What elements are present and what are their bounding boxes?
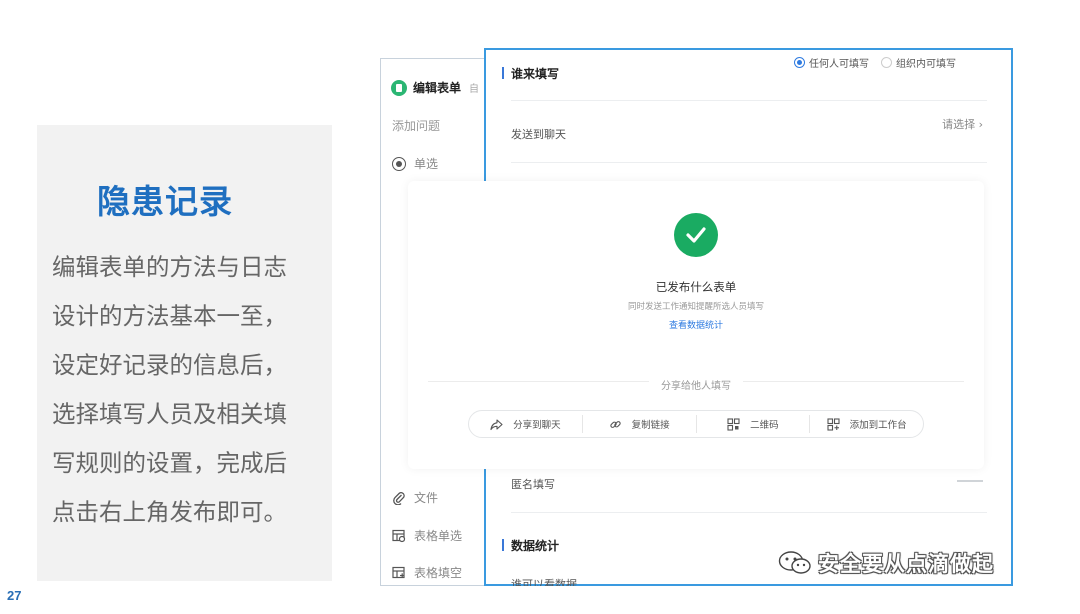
question-type-table-fill[interactable]: 表格填空 bbox=[392, 564, 462, 581]
question-type-file[interactable]: 文件 bbox=[392, 489, 438, 506]
who-can-view-data-label: 谁可以看数据 bbox=[511, 578, 577, 586]
publish-subtitle: 同时发送工作通知提醒所选人员填写 bbox=[627, 302, 764, 312]
qrcode-icon bbox=[727, 417, 740, 431]
fill-permission-radio-group: 任何人可填写 组织内可填写 bbox=[794, 55, 956, 70]
publish-title: 已发布什么表单 bbox=[655, 280, 737, 294]
share-button-label: 二维码 bbox=[750, 420, 779, 431]
radio-option-anyone[interactable]: 任何人可填写 bbox=[794, 55, 869, 70]
link-icon bbox=[609, 420, 621, 428]
share-button-label: 复制链接 bbox=[631, 420, 670, 431]
question-type-label: 文件 bbox=[414, 491, 439, 505]
question-type-label: 单选 bbox=[414, 157, 439, 171]
watermark: 安全要从点滴做起 bbox=[778, 548, 994, 578]
paperclip-icon bbox=[393, 491, 405, 505]
question-type-label: 表格填空 bbox=[414, 566, 463, 580]
radio-option-org-only[interactable]: 组织内可填写 bbox=[881, 55, 956, 70]
question-type-label: 表格单选 bbox=[414, 529, 463, 543]
radio-icon bbox=[392, 156, 406, 171]
choose-recipients-button[interactable]: 请选择 › bbox=[942, 116, 983, 132]
slide-body-line: 写规则的设置，完成后 bbox=[52, 449, 287, 477]
share-icon bbox=[490, 418, 503, 430]
divider bbox=[511, 162, 987, 163]
radio-option-label: 组织内可填写 bbox=[896, 59, 956, 70]
slide-body-line: 设定好记录的信息后， bbox=[52, 351, 287, 379]
anonymous-fill-label: 匿名填写 bbox=[511, 478, 555, 491]
anonymous-fill-toggle[interactable] bbox=[957, 480, 983, 482]
table-radio-icon bbox=[392, 529, 406, 542]
section-title-who-fills: 谁来填写 bbox=[502, 65, 559, 82]
radio-option-label: 任何人可填写 bbox=[809, 59, 869, 70]
editor-title-suffix: 自 bbox=[469, 84, 480, 95]
publish-success-modal: 已发布什么表单 同时发送工作通知提醒所选人员填写 查看数据统计 分享给他人填写 … bbox=[408, 181, 984, 469]
question-type-table-single-choice[interactable]: 表格单选 bbox=[392, 527, 462, 544]
watermark-text: 安全要从点滴做起 bbox=[818, 552, 994, 576]
editor-header: 编辑表单 自 bbox=[391, 79, 479, 96]
question-type-single-choice[interactable]: 单选 bbox=[392, 155, 438, 172]
slide-body-line: 设计的方法基本一至， bbox=[52, 302, 287, 330]
share-toolbar: 分享到聊天 复制链接 二维码 添加到工作台 bbox=[468, 410, 924, 438]
section-title-data-stats: 数据统计 bbox=[502, 537, 559, 554]
divider bbox=[511, 512, 987, 513]
slide-text-panel: 隐患记录 编辑表单的方法与日志 设计的方法基本一至， 设定好记录的信息后， 选择… bbox=[37, 125, 332, 581]
form-app-icon bbox=[391, 79, 407, 96]
slide-body-line: 选择填写人员及相关填 bbox=[52, 400, 287, 428]
radio-selected-icon bbox=[794, 57, 805, 68]
share-button-label: 添加到工作台 bbox=[849, 420, 907, 431]
radio-unselected-icon bbox=[881, 57, 892, 68]
share-section-label: 分享给他人填写 bbox=[408, 374, 984, 393]
slide-body-line: 点击右上角发布即可。 bbox=[52, 498, 287, 526]
copy-link-button[interactable]: 复制链接 bbox=[583, 415, 697, 433]
add-to-workbench-button[interactable]: 添加到工作台 bbox=[810, 415, 923, 433]
share-button-label: 分享到聊天 bbox=[513, 420, 561, 431]
slide-body: 编辑表单的方法与日志 设计的方法基本一至， 设定好记录的信息后， 选择填写人员及… bbox=[52, 243, 330, 537]
share-label-text: 分享给他人填写 bbox=[649, 381, 743, 392]
share-to-chat-button[interactable]: 分享到聊天 bbox=[469, 415, 583, 433]
slide-body-line: 编辑表单的方法与日志 bbox=[52, 253, 287, 281]
wechat-icon bbox=[778, 551, 811, 574]
view-data-stats-link[interactable]: 查看数据统计 bbox=[408, 318, 984, 331]
send-to-chat-label: 发送到聊天 bbox=[511, 128, 566, 141]
add-workbench-icon bbox=[827, 417, 840, 431]
qrcode-button[interactable]: 二维码 bbox=[697, 415, 811, 433]
slide-title: 隐患记录 bbox=[97, 182, 233, 221]
divider bbox=[511, 100, 987, 101]
check-circle-icon bbox=[674, 213, 718, 257]
table-fill-icon bbox=[392, 566, 405, 578]
editor-title: 编辑表单 bbox=[413, 81, 462, 95]
page-number: 27 bbox=[7, 588, 22, 603]
form-screenshot: 编辑表单 自 添加问题 单选 文件 表格单选 表格填空 谁来填写 任何人可填写 … bbox=[380, 48, 1013, 586]
add-question-label: 添加问题 bbox=[392, 119, 441, 133]
